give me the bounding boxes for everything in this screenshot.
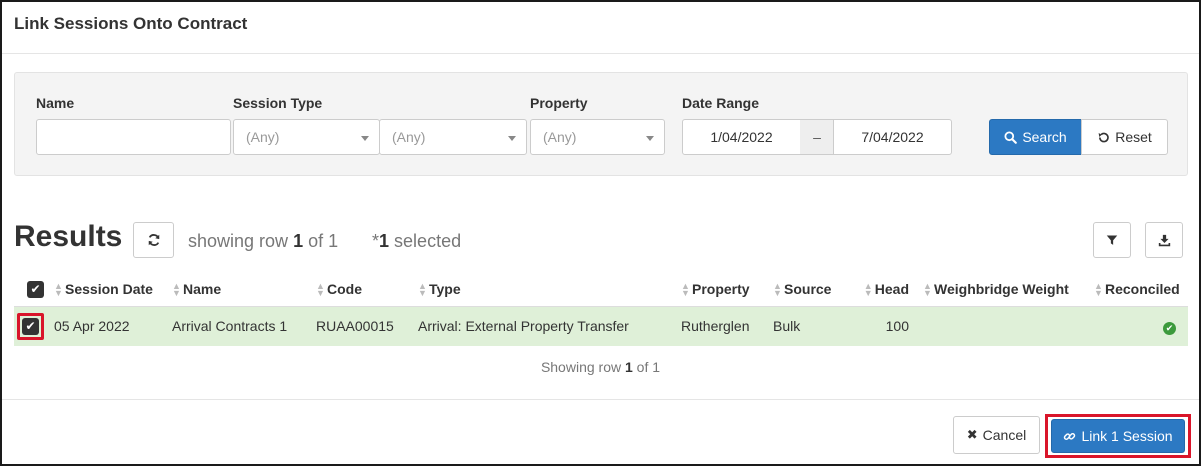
session-subtype-value: (Any) (392, 129, 426, 145)
column-header-code[interactable]: ▲ ▼ Code (316, 272, 418, 307)
filter-icon (1106, 235, 1118, 245)
sort-icon: ▲ ▼ (863, 280, 873, 298)
session-type-value: (Any) (246, 129, 280, 145)
select-all-header: ✔ (14, 272, 54, 307)
column-header-name[interactable]: ▲ ▼ Name (172, 272, 316, 307)
modal-header: Link Sessions Onto Contract (2, 2, 1199, 54)
search-button-label: Search (1022, 129, 1067, 145)
results-title: Results (14, 220, 123, 253)
cell-head: 100 (853, 306, 923, 346)
property-value: (Any) (543, 129, 577, 145)
column-header-weighbridge-weight[interactable]: ▲ ▼ Weighbridge Weight (923, 272, 1094, 307)
chevron-down-icon (508, 136, 516, 141)
cell-session-date: 05 Apr 2022 (54, 306, 172, 346)
session-type-select[interactable]: (Any) (233, 119, 380, 155)
sort-icon: ▲ ▼ (773, 280, 782, 298)
cell-reconciled: ✔ (1094, 306, 1188, 346)
chevron-down-icon (646, 136, 654, 141)
results-count: showing row 1 of 1 (188, 231, 339, 251)
chevron-down-icon (361, 136, 369, 141)
date-range-label: Date Range (682, 95, 760, 111)
cancel-button[interactable]: ✖ Cancel (953, 416, 1040, 454)
download-icon (1158, 234, 1170, 246)
cell-name: Arrival Contracts 1 (172, 306, 316, 346)
property-select[interactable]: (Any) (530, 119, 665, 155)
selected-count: *1 selected (372, 231, 462, 251)
column-header-head[interactable]: ▲ ▼ Head (853, 272, 923, 307)
sort-icon: ▲ ▼ (54, 280, 63, 298)
sort-icon: ▲ ▼ (316, 280, 325, 298)
select-all-checkbox[interactable]: ✔ (27, 280, 44, 298)
row-select-cell: ✔ (14, 306, 54, 346)
filter-panel: Name Session Type (Any) (Any) Property (… (14, 72, 1188, 176)
link-session-button-label: Link 1 Session (1081, 428, 1173, 444)
pagination-info: Showing row 1 of 1 (540, 359, 661, 375)
column-header-type[interactable]: ▲ ▼ Type (418, 272, 681, 307)
filter-button[interactable] (1093, 222, 1131, 258)
name-input[interactable] (36, 119, 231, 155)
column-header-property[interactable]: ▲ ▼ Property (681, 272, 773, 307)
modal-footer (2, 399, 1199, 400)
date-from-input[interactable]: 1/04/2022 (682, 119, 801, 155)
cancel-button-label: Cancel (982, 427, 1027, 443)
session-subtype-select[interactable]: (Any) (379, 119, 527, 155)
link-session-button[interactable]: Link 1 Session (1051, 419, 1185, 453)
link-icon (1064, 432, 1076, 440)
cell-code: RUAA00015 (316, 306, 418, 346)
reset-button-label: Reset (1115, 129, 1152, 145)
cell-weighbridge-weight (923, 306, 1094, 346)
property-label: Property (530, 95, 588, 111)
date-to-input[interactable]: 7/04/2022 (833, 119, 952, 155)
reset-button[interactable]: Reset (1081, 119, 1168, 155)
table-row[interactable]: ✔ 05 Apr 2022 Arrival Contracts 1 RUAA00… (14, 306, 1188, 346)
row-checkbox[interactable]: ✔ (22, 317, 39, 335)
refresh-icon (148, 234, 159, 246)
session-type-label: Session Type (233, 95, 323, 111)
search-button[interactable]: Search (989, 119, 1082, 155)
check-circle-icon: ✔ (1163, 321, 1176, 335)
column-header-session-date[interactable]: ▲ ▼ Session Date (54, 272, 172, 307)
cell-property: Rutherglen (681, 306, 773, 346)
row-checkbox-highlight: ✔ (17, 312, 44, 340)
cell-type: Arrival: External Property Transfer (418, 306, 681, 346)
refresh-button[interactable] (133, 222, 174, 258)
modal-title: Link Sessions Onto Contract (14, 14, 248, 33)
sort-icon: ▲ ▼ (172, 280, 181, 298)
column-header-source[interactable]: ▲ ▼ Source (773, 272, 853, 307)
download-button[interactable] (1145, 222, 1183, 258)
times-icon: ✖ (966, 427, 978, 442)
results-table: ✔ ▲ ▼ Session Date ▲ ▼ Name ▲ ▼ Code ▲ ▼ Type ▲ ▼… (14, 272, 1188, 346)
sort-icon: ▲ ▼ (681, 280, 690, 298)
table-header-row: ✔ ▲ ▼ Session Date ▲ ▼ Name ▲ ▼ Code ▲ ▼ Type ▲ ▼… (14, 272, 1188, 307)
column-header-reconciled[interactable]: ▲ ▼ Reconciled (1094, 272, 1188, 307)
search-icon (1004, 130, 1018, 144)
sort-icon: ▲ ▼ (418, 280, 427, 298)
name-label: Name (36, 95, 75, 111)
cell-source: Bulk (773, 306, 853, 346)
link-sessions-modal: Link Sessions Onto Contract Name Session… (0, 0, 1201, 466)
date-separator: – (800, 119, 834, 155)
reset-icon (1098, 132, 1109, 142)
sort-icon: ▲ ▼ (1094, 280, 1103, 298)
sort-icon: ▲ ▼ (923, 280, 932, 298)
